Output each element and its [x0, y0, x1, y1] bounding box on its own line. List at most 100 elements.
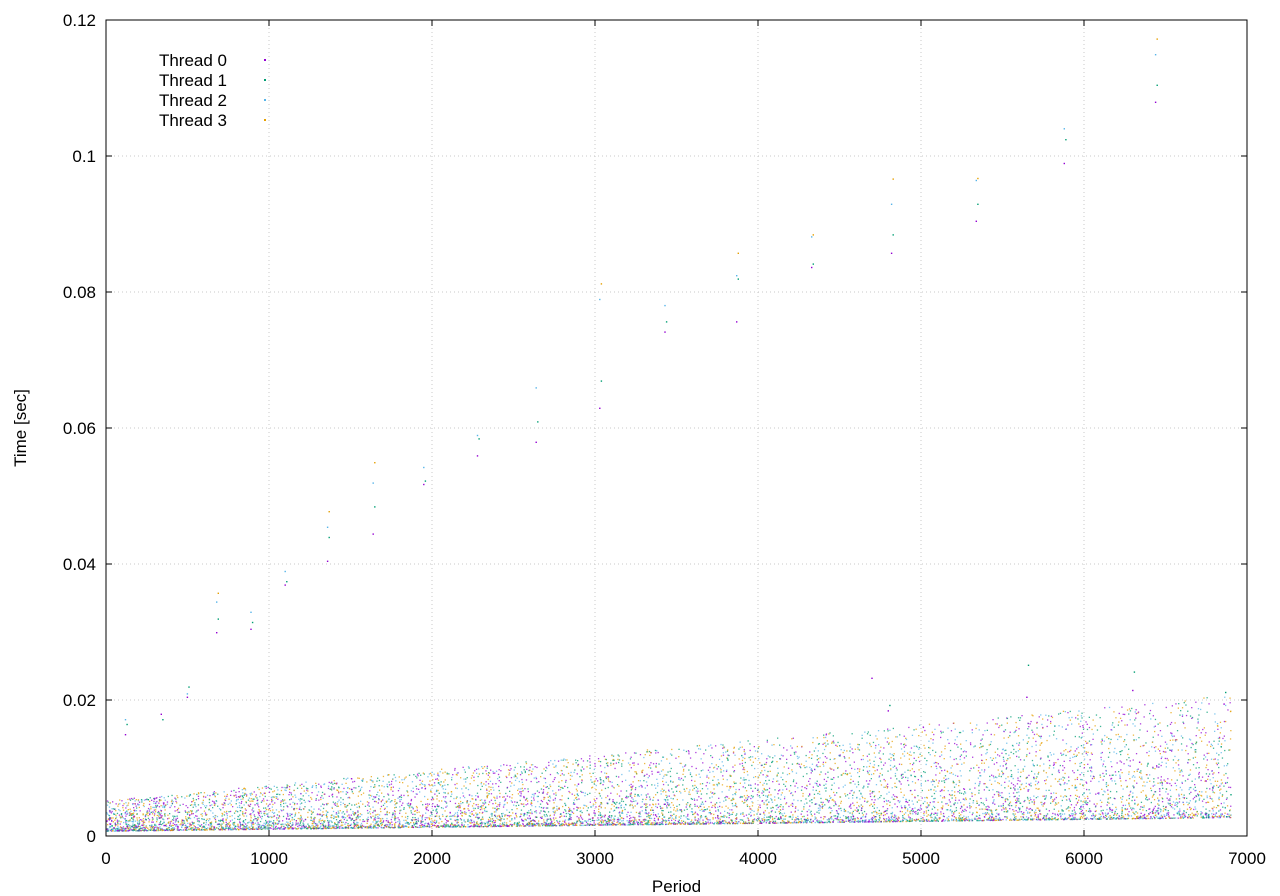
data-point	[958, 779, 960, 782]
data-point	[1033, 778, 1035, 780]
data-point	[913, 752, 915, 754]
data-point	[336, 803, 338, 805]
data-point	[621, 809, 624, 812]
data-point	[1135, 739, 1137, 741]
data-point	[1057, 814, 1059, 817]
data-point	[471, 795, 473, 797]
data-point	[759, 822, 761, 824]
data-point	[798, 763, 800, 765]
data-point	[530, 823, 532, 825]
data-point	[175, 800, 177, 803]
data-point	[675, 786, 677, 788]
data-point	[852, 780, 854, 782]
data-point	[971, 732, 973, 734]
data-point	[269, 808, 271, 810]
data-point	[969, 788, 971, 790]
data-point	[541, 823, 543, 825]
data-point	[759, 806, 761, 809]
data-point	[590, 779, 592, 781]
data-point	[702, 762, 704, 764]
data-point	[1067, 806, 1070, 808]
data-point	[562, 820, 564, 822]
data-point	[964, 792, 967, 794]
data-point	[301, 787, 303, 789]
data-point	[211, 804, 213, 806]
data-point	[759, 781, 761, 784]
data-point	[999, 794, 1002, 797]
data-point	[905, 812, 907, 814]
data-point	[179, 804, 181, 806]
data-point	[1143, 805, 1145, 807]
data-point	[998, 795, 1000, 797]
data-point	[403, 807, 405, 809]
data-point	[1217, 759, 1219, 761]
data-point	[932, 742, 934, 744]
data-point	[1099, 774, 1101, 776]
data-point	[626, 813, 628, 816]
data-point	[933, 789, 935, 791]
data-point	[1171, 804, 1173, 806]
data-point	[819, 773, 821, 776]
data-point	[981, 738, 983, 740]
data-point	[1198, 714, 1200, 716]
data-point	[1218, 766, 1220, 769]
data-point	[1132, 759, 1134, 761]
data-point	[427, 805, 429, 807]
data-point	[125, 811, 127, 813]
data-point	[347, 787, 349, 789]
data-point	[415, 826, 418, 828]
data-point	[816, 811, 818, 813]
data-point	[498, 776, 501, 778]
data-point	[1028, 752, 1031, 754]
data-point	[695, 790, 697, 792]
data-point	[333, 788, 335, 790]
data-point	[683, 768, 685, 771]
data-point	[1048, 759, 1051, 762]
data-point	[681, 822, 683, 824]
data-point	[1098, 793, 1100, 795]
data-point	[429, 815, 431, 817]
data-point	[1091, 728, 1093, 731]
data-point	[202, 795, 205, 797]
data-point	[344, 803, 346, 806]
data-point	[1164, 815, 1166, 818]
data-point	[660, 823, 663, 825]
data-point	[343, 813, 346, 815]
data-point	[1172, 759, 1175, 761]
data-point	[1061, 799, 1063, 802]
data-point	[573, 794, 576, 796]
data-point	[255, 796, 257, 798]
data-point	[217, 805, 219, 807]
data-point	[833, 782, 835, 784]
data-point	[666, 795, 669, 797]
data-point	[1022, 739, 1024, 741]
data-point	[255, 827, 257, 829]
data-point	[655, 752, 657, 754]
data-point	[138, 817, 140, 819]
data-point	[640, 806, 642, 808]
data-point	[1125, 779, 1127, 782]
data-point	[634, 788, 637, 791]
data-point	[488, 793, 490, 795]
data-point	[878, 815, 881, 817]
data-point	[699, 776, 701, 778]
data-point	[744, 761, 746, 764]
data-point	[198, 821, 200, 823]
data-point	[1153, 778, 1155, 780]
data-point	[788, 790, 791, 792]
data-point	[712, 770, 714, 773]
data-point	[444, 792, 446, 794]
data-point	[779, 789, 781, 791]
data-point	[643, 756, 645, 759]
data-point	[903, 743, 905, 746]
data-point	[1112, 722, 1114, 724]
data-point	[138, 820, 140, 822]
data-point	[852, 752, 854, 754]
data-point	[234, 817, 236, 820]
data-point	[564, 785, 566, 787]
data-point	[386, 817, 388, 820]
data-point	[894, 785, 896, 788]
data-point	[984, 730, 986, 732]
data-point	[1197, 722, 1199, 724]
data-point	[437, 772, 439, 774]
